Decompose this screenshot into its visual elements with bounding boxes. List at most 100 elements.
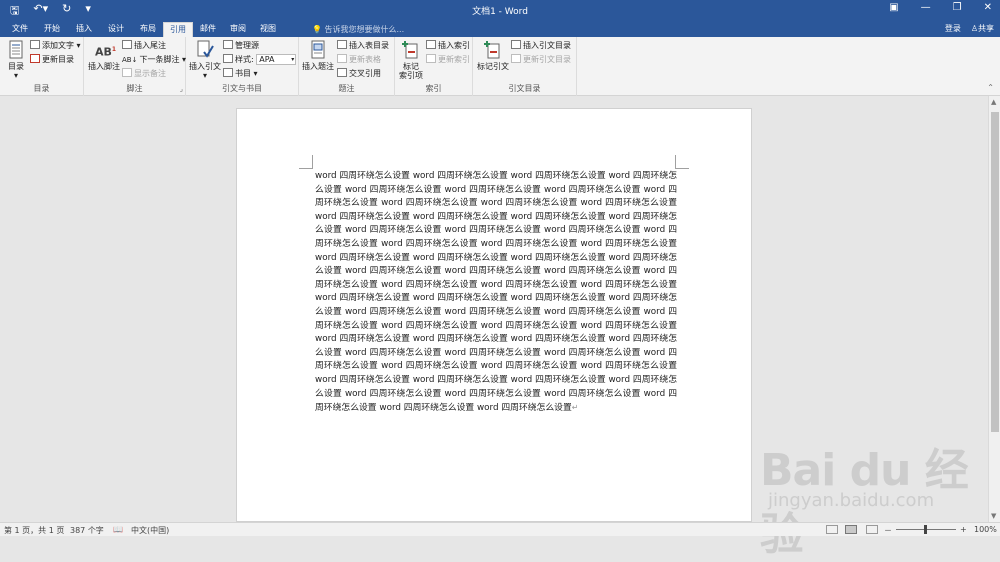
proofing-icon[interactable]: 📖: [113, 525, 123, 534]
scroll-down-icon[interactable]: ▼: [991, 512, 996, 520]
share-label: 共享: [978, 24, 994, 33]
update-index-icon: [426, 54, 436, 63]
toc-button[interactable]: 目录 ▾: [2, 40, 30, 80]
mark-citation-button[interactable]: 标记引文: [476, 40, 510, 71]
style-value: APA: [259, 55, 275, 64]
group-captions: 插入题注 插入表目录 更新表格 交叉引用 题注: [299, 37, 395, 96]
bibliography-button[interactable]: 书目 ▾: [223, 68, 258, 80]
group-label-index: 索引: [425, 84, 442, 93]
insert-table-of-figures-label: 插入表目录: [349, 41, 389, 50]
tab-references[interactable]: 引用: [163, 22, 193, 37]
zoom-in-button[interactable]: +: [960, 525, 967, 534]
next-footnote-button[interactable]: AB↓ 下一条脚注 ▾: [122, 54, 186, 66]
update-toc-icon: [30, 54, 40, 63]
insert-citation-icon: [196, 40, 214, 60]
cross-reference-icon: [337, 68, 347, 77]
show-notes-icon: [122, 68, 132, 77]
insert-table-of-figures-button[interactable]: 插入表目录: [337, 40, 389, 52]
group-label-footnotes: 脚注: [126, 84, 143, 93]
person-icon: ♙: [970, 24, 978, 33]
collapse-ribbon-icon[interactable]: ⌃: [987, 83, 994, 92]
style-dropdown[interactable]: APA ▾: [256, 54, 297, 65]
insert-index-icon: [426, 40, 436, 49]
login-link[interactable]: 登录: [945, 23, 961, 34]
next-footnote-label: 下一条脚注: [139, 55, 180, 64]
tab-home[interactable]: 开始: [38, 22, 66, 37]
style-selector: 样式: APA ▾: [223, 54, 297, 66]
read-mode-icon[interactable]: [826, 525, 838, 534]
web-layout-icon[interactable]: [866, 525, 878, 534]
close-icon[interactable]: ✕: [984, 2, 992, 13]
body-text: word 四周环绕怎么设置 word 四周环绕怎么设置 word 四周环绕怎么设…: [315, 171, 677, 414]
tab-view[interactable]: 视图: [254, 22, 282, 37]
show-notes-button[interactable]: 显示备注: [122, 68, 166, 80]
ribbon-display-icon[interactable]: ▣: [889, 2, 898, 13]
toc-icon: [7, 40, 25, 60]
tab-design[interactable]: 设计: [102, 22, 130, 37]
print-layout-icon[interactable]: [845, 525, 857, 534]
update-table-button[interactable]: 更新表格: [337, 54, 381, 66]
word-count[interactable]: 387 个字: [70, 525, 104, 536]
page-count[interactable]: 第 1 页，共 1 页: [4, 525, 64, 536]
endnote-icon: [122, 40, 132, 49]
cross-reference-button[interactable]: 交叉引用: [337, 68, 381, 80]
manage-sources-icon: [223, 40, 233, 49]
insert-footnote-label: 插入脚注: [88, 62, 120, 71]
lightbulb-icon: 💡: [312, 25, 322, 34]
update-table-of-authorities-label: 更新引文目录: [523, 55, 571, 64]
mark-citation-label: 标记引文: [477, 62, 509, 71]
table-of-figures-icon: [337, 40, 347, 49]
watermark-url: jingyan.baidu.com: [768, 490, 935, 511]
add-text-icon: [30, 40, 40, 49]
share-button[interactable]: ♙共享: [971, 23, 994, 34]
language[interactable]: 中文(中国): [131, 525, 169, 536]
group-label-toc: 目录: [33, 84, 50, 93]
ribbon-tabs: 文件 开始 插入 设计 布局 引用 邮件 审阅 视图 💡 告诉我您想要做什么..…: [0, 20, 1000, 37]
tab-mailings[interactable]: 邮件: [194, 22, 222, 37]
insert-footnote-button[interactable]: AB1 插入脚注: [87, 40, 121, 71]
tell-me-box[interactable]: 💡 告诉我您想要做什么...: [312, 24, 404, 35]
insert-table-of-authorities-button[interactable]: 插入引文目录: [511, 40, 571, 52]
update-index-button[interactable]: 更新索引: [426, 54, 470, 66]
update-toc-label: 更新目录: [42, 55, 74, 64]
insert-index-button[interactable]: 插入索引: [426, 40, 470, 52]
baidu-watermark: Bai du 经验 jingyan.baidu.com: [760, 428, 990, 560]
tab-review[interactable]: 审阅: [224, 22, 252, 37]
add-text-label: 添加文字: [42, 41, 74, 50]
group-authorities: 标记引文 插入引文目录 更新引文目录 引文目录: [473, 37, 577, 96]
group-toc: 目录 ▾ 添加文字 ▾ 更新目录 目录: [0, 37, 84, 96]
window-title: 文档1 - Word: [472, 7, 528, 17]
crop-mark-top-left: [299, 155, 313, 169]
insert-endnote-button[interactable]: 插入尾注: [122, 40, 166, 52]
document-page[interactable]: word 四周环绕怎么设置 word 四周环绕怎么设置 word 四周环绕怎么设…: [236, 108, 752, 522]
chevron-down-icon: ▾: [291, 56, 295, 63]
mark-entry-button[interactable]: 标记 索引项: [397, 40, 425, 80]
tab-file[interactable]: 文件: [6, 22, 34, 37]
dialog-launcher-icon[interactable]: ⌟: [180, 85, 183, 93]
minimize-icon[interactable]: —: [921, 2, 931, 13]
add-text-button[interactable]: 添加文字 ▾: [30, 40, 81, 52]
insert-citation-button[interactable]: 插入引文 ▾: [189, 40, 221, 80]
update-toc-button[interactable]: 更新目录: [30, 54, 74, 66]
manage-sources-button[interactable]: 管理源: [223, 40, 259, 52]
insert-caption-button[interactable]: 插入题注: [302, 40, 334, 71]
zoom-level[interactable]: 100%: [974, 525, 997, 534]
update-table-of-authorities-button[interactable]: 更新引文目录: [511, 54, 571, 66]
zoom-out-button[interactable]: －: [884, 525, 892, 536]
tab-insert[interactable]: 插入: [70, 22, 98, 37]
title-bar: 🖫 ↶▾ ↻ ▾ 文档1 - Word ▣ — ❐ ✕: [0, 0, 1000, 20]
ribbon: 目录 ▾ 添加文字 ▾ 更新目录 目录 AB1 插入脚注 插入尾注 AB↓ 下一条…: [0, 37, 1000, 96]
style-label: 样式:: [235, 55, 254, 64]
scrollbar-thumb[interactable]: [991, 112, 999, 432]
vertical-scrollbar[interactable]: ▲ ▼: [988, 96, 1000, 522]
mark-entry-label: 标记 索引项: [399, 62, 423, 80]
show-notes-label: 显示备注: [134, 69, 166, 78]
window-controls: ▣ — ❐ ✕: [889, 2, 992, 13]
tab-layout[interactable]: 布局: [134, 22, 162, 37]
zoom-slider-handle[interactable]: [924, 525, 927, 534]
scroll-up-icon[interactable]: ▲: [991, 98, 996, 106]
group-citations: 插入引文 ▾ 管理源 样式: APA ▾ 书目 ▾ 引文与书目: [186, 37, 299, 96]
restore-icon[interactable]: ❐: [953, 2, 962, 13]
update-table-label: 更新表格: [349, 55, 381, 64]
document-body-text[interactable]: word 四周环绕怎么设置 word 四周环绕怎么设置 word 四周环绕怎么设…: [315, 170, 677, 416]
